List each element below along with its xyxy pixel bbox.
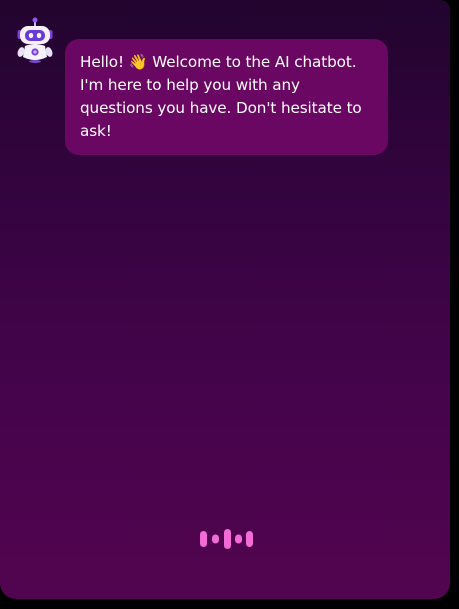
typing-indicator-icon xyxy=(199,528,255,550)
chat-window: Hello! 👋 Welcome to the AI chatbot. I'm … xyxy=(0,0,450,599)
bot-message-bubble: Hello! 👋 Welcome to the AI chatbot. I'm … xyxy=(65,39,388,155)
bot-message-text: Hello! 👋 Welcome to the AI chatbot. I'm … xyxy=(80,53,362,140)
window-edge xyxy=(450,0,459,609)
robot-icon xyxy=(15,17,55,63)
